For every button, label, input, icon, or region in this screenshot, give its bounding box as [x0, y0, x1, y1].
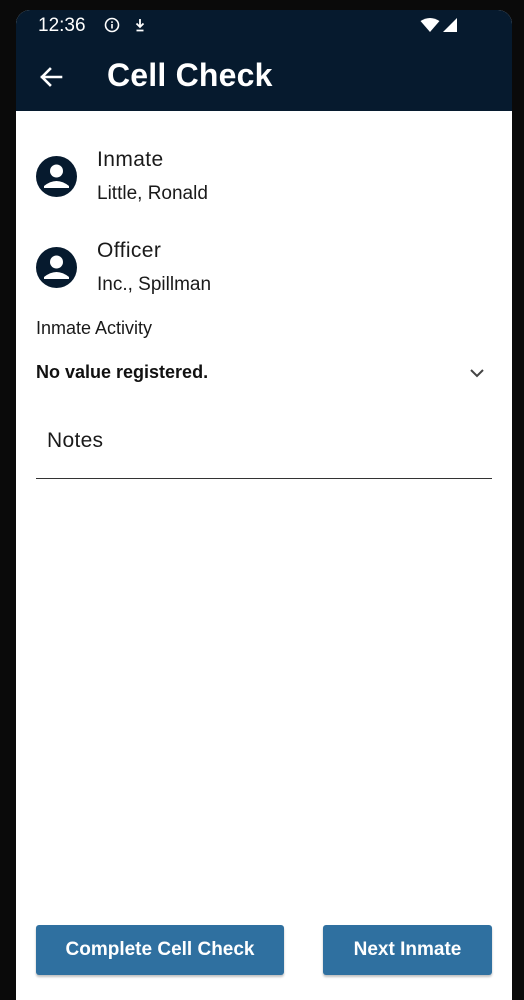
info-icon — [104, 17, 120, 33]
app-bar: Cell Check — [16, 44, 512, 111]
account-circle-icon — [36, 156, 77, 197]
status-bar: 12:36 — [16, 10, 512, 44]
inmate-heading: Inmate — [97, 148, 164, 171]
chevron-down-icon — [468, 364, 486, 382]
main-content: Inmate Little, Ronald Officer Inc., Spil… — [16, 111, 512, 1000]
inmate-activity-dropdown[interactable]: No value registered. — [36, 356, 492, 390]
inmate-row: Inmate Little, Ronald — [16, 148, 512, 218]
page-title: Cell Check — [107, 57, 273, 93]
phone-screen: 12:36 Cell Check Inmate Little, Ronald O… — [16, 10, 512, 1000]
next-inmate-button[interactable]: Next Inmate — [323, 925, 492, 975]
inmate-activity-label: Inmate Activity — [36, 318, 153, 338]
notes-placeholder: Notes — [47, 429, 104, 452]
signal-icon — [442, 17, 458, 33]
officer-heading: Officer — [97, 239, 162, 262]
wifi-icon — [420, 17, 440, 33]
back-button[interactable] — [36, 62, 66, 92]
inmate-activity-value: No value registered. — [36, 362, 209, 382]
complete-cell-check-button[interactable]: Complete Cell Check — [36, 925, 284, 975]
inmate-name: Little, Ronald — [97, 183, 208, 204]
officer-row: Officer Inc., Spillman — [16, 239, 512, 309]
arrow-back-icon — [40, 67, 63, 87]
status-time: 12:36 — [38, 15, 86, 36]
account-circle-icon — [36, 247, 77, 288]
download-icon — [133, 17, 147, 33]
notes-field[interactable]: Notes — [36, 419, 492, 479]
officer-name: Inc., Spillman — [97, 274, 212, 295]
